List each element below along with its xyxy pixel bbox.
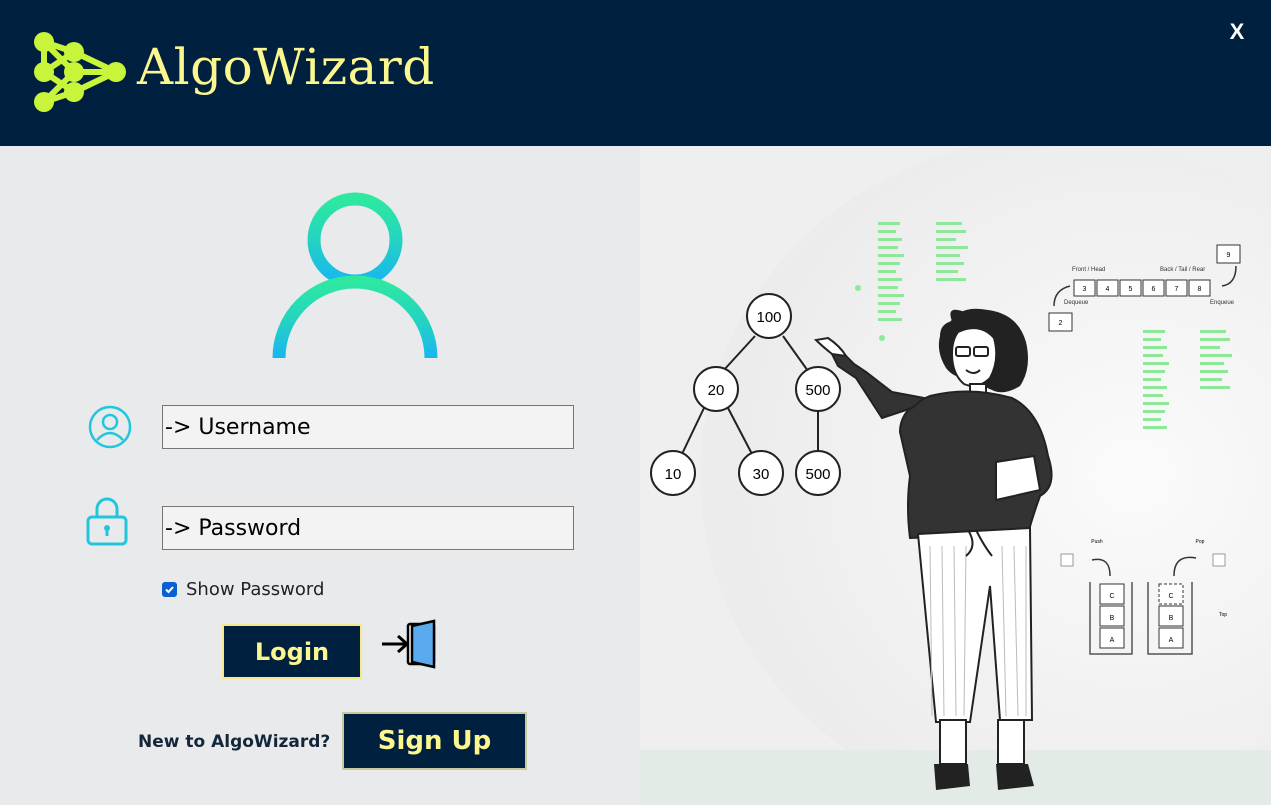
stack-push-label: Push xyxy=(1091,539,1103,545)
queue-cell-label: 8 xyxy=(1198,286,1202,293)
queue-dequeue-label: Dequeue xyxy=(1064,300,1089,306)
login-button[interactable]: Login xyxy=(222,624,362,679)
stack-pop-label: Pop xyxy=(1196,539,1205,545)
queue-in-label: 9 xyxy=(1227,252,1231,259)
title-bar: AlgoWizard X xyxy=(0,0,1271,146)
stack-cell-label: B xyxy=(1169,615,1174,622)
queue-enqueue-label: Enqueue xyxy=(1210,300,1235,306)
lock-icon xyxy=(86,497,128,546)
tree-node-label: 500 xyxy=(805,382,830,399)
check-icon xyxy=(165,585,174,593)
password-input[interactable] xyxy=(162,506,574,550)
new-user-text: New to AlgoWizard? xyxy=(138,732,331,752)
tree-node-label: 20 xyxy=(708,382,725,399)
queue-out-label: 2 xyxy=(1059,320,1063,327)
avatar-icon xyxy=(272,192,438,359)
door-exit-icon[interactable] xyxy=(382,618,440,670)
show-password-row: Show Password xyxy=(162,578,324,600)
tree-node: 30 xyxy=(738,450,784,496)
queue-cell-label: 4 xyxy=(1106,286,1110,293)
signup-button[interactable]: Sign Up xyxy=(342,712,527,770)
show-password-checkbox[interactable] xyxy=(162,581,177,597)
stack-top-label: Top xyxy=(1219,612,1227,618)
queue-cell-label: 5 xyxy=(1129,286,1133,293)
tree-node: 500 xyxy=(795,366,841,412)
tree-node-label: 10 xyxy=(665,466,682,483)
tree-node: 100 xyxy=(746,293,792,339)
queue-front-label: Front / Head xyxy=(1072,267,1105,273)
close-button[interactable]: X xyxy=(1222,16,1252,48)
tree-node-label: 500 xyxy=(805,466,830,483)
stack-cell-label: A xyxy=(1110,637,1115,644)
data-structures-illustration: 100 20 500 10 30 500 Front / Head Back /… xyxy=(640,146,1271,805)
tree-node-label: 100 xyxy=(756,309,781,326)
username-input[interactable] xyxy=(162,405,574,449)
stack-cell-label: C xyxy=(1168,593,1173,600)
stack-cell-label: C xyxy=(1109,593,1114,600)
tree-node-label: 30 xyxy=(753,466,770,483)
show-password-label[interactable]: Show Password xyxy=(186,579,324,600)
stack-cell-label: A xyxy=(1169,637,1174,644)
tree-node: 500 xyxy=(795,450,841,496)
user-icon xyxy=(88,405,132,449)
tree-node: 20 xyxy=(693,366,739,412)
queue-cell-label: 3 xyxy=(1083,286,1087,293)
queue-cell-label: 6 xyxy=(1152,286,1156,293)
illustration-panel: 100 20 500 10 30 500 Front / Head Back /… xyxy=(640,146,1271,805)
queue-back-label: Back / Tail / Rear xyxy=(1160,267,1205,273)
app-title: AlgoWizard xyxy=(137,38,435,96)
neural-network-icon xyxy=(34,32,126,112)
queue-cell-label: 7 xyxy=(1175,286,1179,293)
tree-node: 10 xyxy=(650,450,696,496)
stack-cell-label: B xyxy=(1110,615,1115,622)
